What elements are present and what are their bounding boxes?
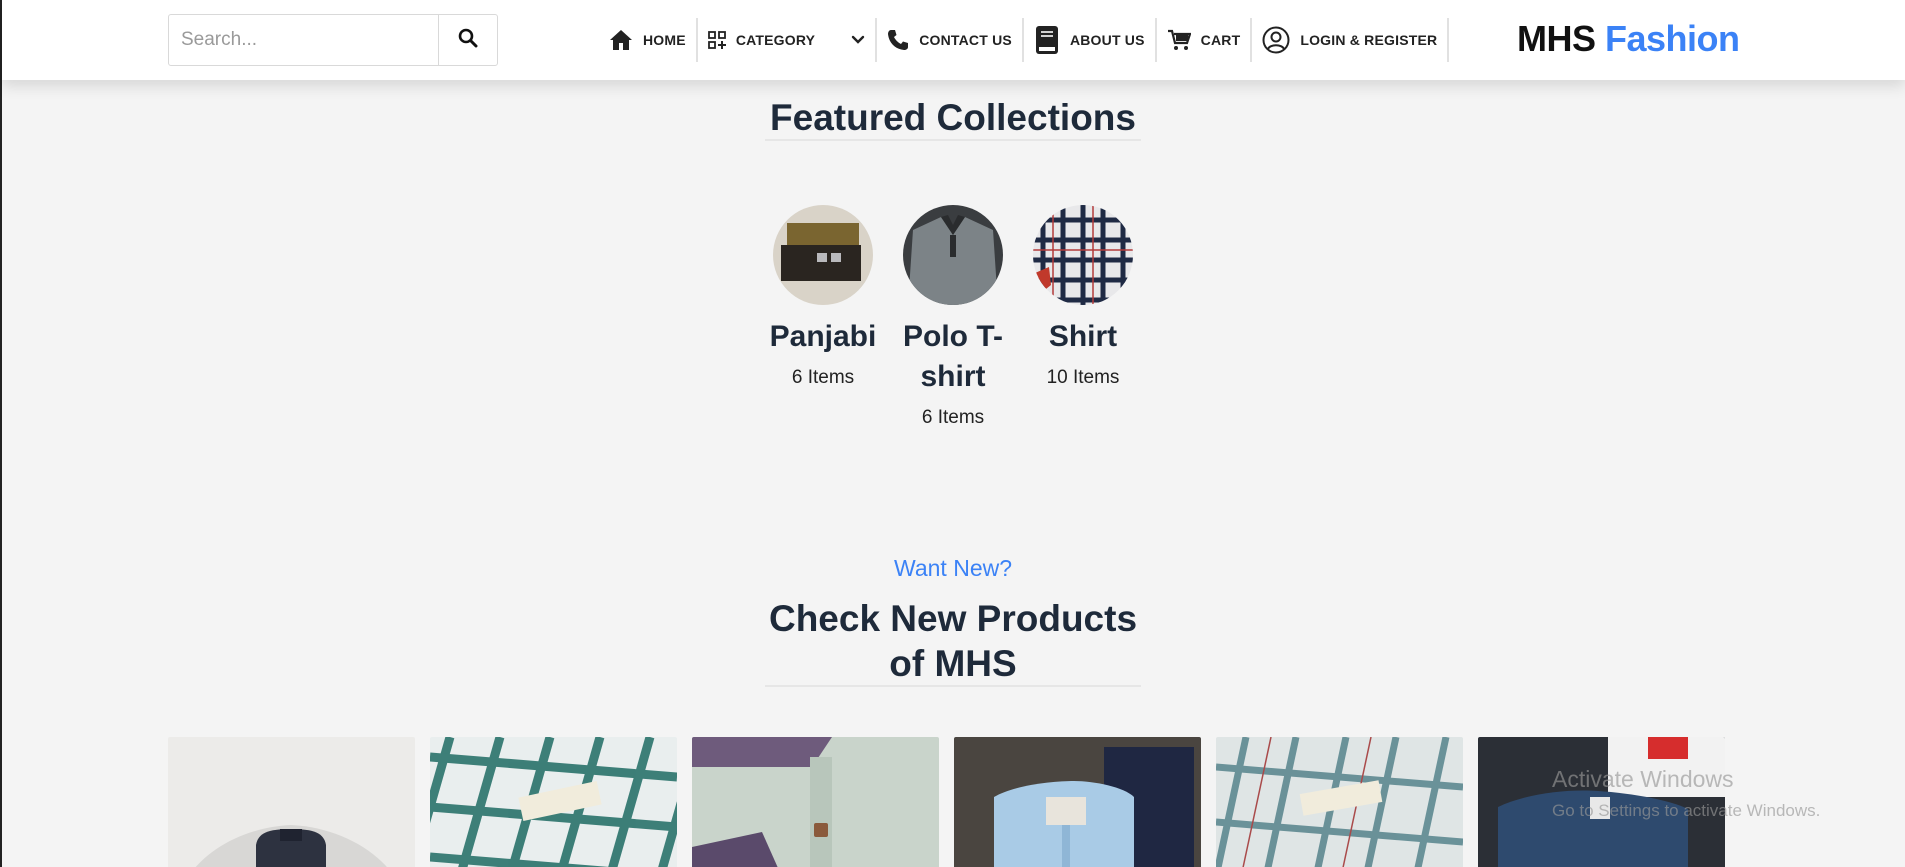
nav-contact[interactable]: CONTACT US bbox=[877, 18, 1024, 62]
logo-text-accent: Fashion bbox=[1605, 18, 1740, 59]
collection-card[interactable]: Panjabi 6 Items bbox=[758, 205, 888, 389]
product-card[interactable] bbox=[692, 737, 939, 867]
collection-image-polo[interactable] bbox=[903, 205, 1003, 305]
collection-count: 6 Items bbox=[791, 367, 855, 388]
collection-count: 10 Items bbox=[1046, 367, 1120, 388]
collection-card[interactable]: Shirt 10 Items bbox=[1018, 205, 1148, 389]
nav-cart-label: CART bbox=[1200, 32, 1241, 48]
search-bar bbox=[168, 14, 498, 66]
windows-activation-watermark: Activate Windows Go to Settings to activ… bbox=[1552, 766, 1820, 821]
category-icon bbox=[707, 31, 726, 49]
new-products-title: Check New Products of MHS bbox=[768, 598, 1138, 684]
main-nav: HOME CATEGORY CONTACT US ABOUT US CART L… bbox=[599, 18, 1450, 62]
collection-count: 6 Items bbox=[921, 407, 985, 428]
nav-about-label: ABOUT US bbox=[1069, 32, 1145, 48]
collection-image-panjabi[interactable] bbox=[773, 205, 873, 305]
collection-image-shirt[interactable] bbox=[1033, 205, 1133, 305]
nav-category[interactable]: CATEGORY bbox=[698, 18, 878, 62]
phone-icon bbox=[887, 29, 909, 51]
collection-card[interactable]: Polo T-shirt 6 Items bbox=[888, 205, 1018, 429]
product-card[interactable] bbox=[1216, 737, 1463, 867]
window-edge bbox=[0, 0, 2, 867]
watermark-title: Activate Windows bbox=[1552, 766, 1734, 792]
product-card[interactable] bbox=[954, 737, 1201, 867]
nav-category-label: CATEGORY bbox=[735, 32, 816, 48]
search-icon bbox=[458, 28, 478, 53]
brand-logo[interactable]: MHS Fashion bbox=[1517, 18, 1740, 60]
collection-name[interactable]: Shirt bbox=[1018, 317, 1148, 357]
product-card[interactable] bbox=[430, 737, 677, 867]
product-card[interactable] bbox=[168, 737, 415, 867]
collection-name[interactable]: Polo T-shirt bbox=[888, 317, 1018, 397]
cart-icon bbox=[1167, 29, 1191, 51]
new-products-kicker: Want New? bbox=[893, 555, 1013, 581]
nav-contact-label: CONTACT US bbox=[919, 32, 1012, 48]
collection-name[interactable]: Panjabi bbox=[758, 317, 888, 357]
chevron-down-icon[interactable] bbox=[851, 35, 865, 45]
watermark-subtitle: Go to Settings to activate Windows. bbox=[1552, 801, 1821, 820]
logo-text-primary: MHS bbox=[1517, 18, 1596, 59]
nav-home-label: HOME bbox=[643, 32, 686, 48]
product-grid bbox=[168, 737, 1725, 867]
user-circle-icon bbox=[1262, 26, 1290, 54]
nav-about[interactable]: ABOUT US bbox=[1024, 18, 1157, 62]
nav-cart[interactable]: CART bbox=[1157, 18, 1253, 62]
nav-login-label: LOGIN & REGISTER bbox=[1300, 32, 1438, 48]
search-input[interactable] bbox=[169, 15, 438, 65]
featured-title: Featured Collections bbox=[770, 97, 1136, 138]
book-icon bbox=[1034, 25, 1060, 55]
featured-title-underline bbox=[765, 139, 1141, 141]
new-products-title-underline bbox=[765, 685, 1141, 687]
home-icon bbox=[609, 29, 633, 51]
search-button[interactable] bbox=[438, 15, 497, 65]
nav-home[interactable]: HOME bbox=[599, 18, 698, 62]
nav-login[interactable]: LOGIN & REGISTER bbox=[1252, 18, 1450, 62]
site-header: HOME CATEGORY CONTACT US ABOUT US bbox=[2, 0, 1905, 80]
